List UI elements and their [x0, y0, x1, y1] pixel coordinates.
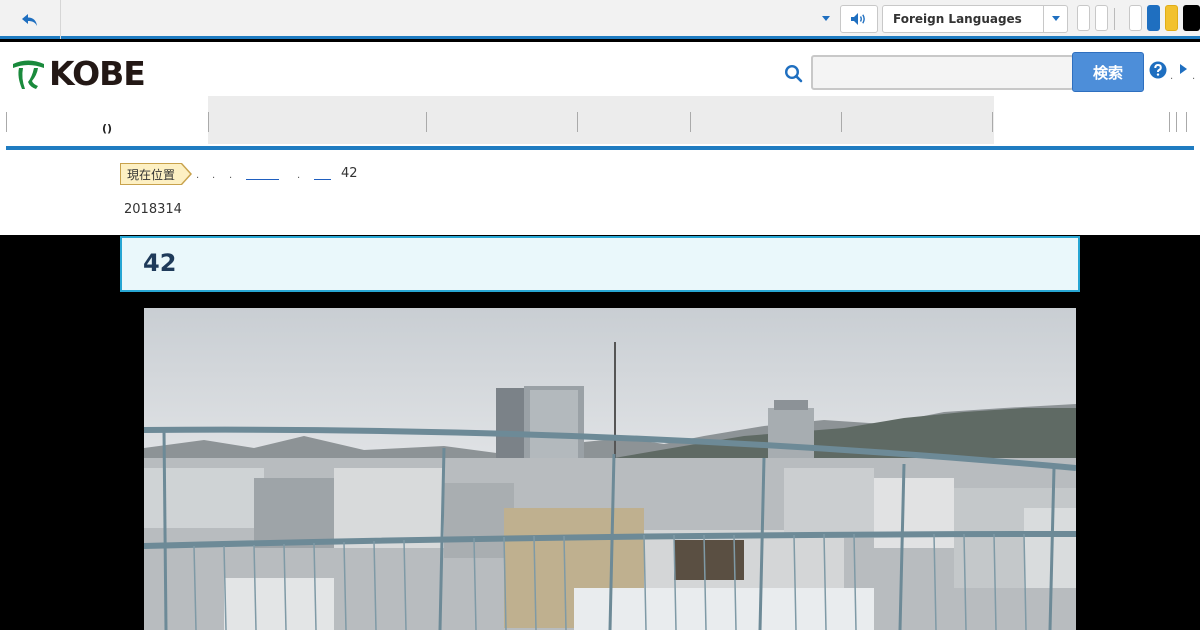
breadcrumb-separator: .	[297, 170, 301, 181]
separator-dot: ·	[1170, 74, 1174, 85]
nav-separator	[1186, 112, 1187, 132]
kobe-logo[interactable]: KOBE	[10, 54, 146, 93]
city-view-photo	[144, 308, 1076, 630]
color-black-button[interactable]	[1183, 5, 1200, 31]
update-date: 2018314	[124, 202, 182, 217]
search-button[interactable]: 検索	[1072, 52, 1144, 92]
site-header: KOBE 検索 · · () 現在位置 . . . . 42 2018314	[0, 42, 1200, 235]
color-blue-button[interactable]	[1147, 5, 1160, 31]
breadcrumb-separator: .	[196, 170, 200, 181]
breadcrumb-separator: .	[229, 170, 233, 181]
nav-underline	[6, 146, 1194, 150]
nav-separator	[841, 112, 842, 132]
font-size-large-button[interactable]	[1095, 5, 1108, 31]
nav-separator	[426, 112, 427, 132]
nav-item-active[interactable]: ()	[6, 112, 208, 144]
help-icon[interactable]	[1149, 61, 1167, 79]
search-input[interactable]	[811, 55, 1074, 90]
separator-dot: ·	[1192, 74, 1196, 85]
nav-separator	[1169, 112, 1170, 132]
chevron-down-icon	[1051, 16, 1060, 21]
color-yellow-button[interactable]	[1165, 5, 1178, 31]
language-select[interactable]: Foreign Languages	[882, 5, 1068, 33]
page-title-box: 42	[120, 236, 1080, 292]
kobe-city-emblem-icon	[13, 60, 44, 89]
divider	[1114, 8, 1115, 30]
nav-band	[208, 96, 994, 144]
chevron-down-icon[interactable]	[820, 13, 832, 23]
font-size-small-button[interactable]	[1077, 5, 1090, 31]
back-button[interactable]	[0, 0, 61, 39]
language-select-label: Foreign Languages	[893, 12, 1022, 26]
cityscape-image	[144, 308, 1076, 630]
nav-separator	[1176, 112, 1177, 132]
read-aloud-button[interactable]	[840, 5, 878, 33]
logo-text: KOBE	[49, 54, 146, 93]
nav-separator	[208, 112, 209, 132]
color-white-button[interactable]	[1129, 5, 1142, 31]
nav-separator	[577, 112, 578, 132]
nav-separator	[690, 112, 691, 132]
breadcrumb-label: 現在位置	[120, 163, 193, 185]
search-icon	[784, 64, 803, 83]
triangle-right-icon[interactable]	[1178, 63, 1188, 75]
speaker-icon	[851, 13, 865, 25]
back-arrow-icon	[22, 13, 37, 26]
utility-bar: Foreign Languages	[0, 0, 1200, 39]
breadcrumb-link[interactable]	[314, 168, 331, 180]
breadcrumb-link[interactable]	[246, 168, 279, 180]
page-title: 42	[143, 249, 177, 277]
breadcrumb-label-text: 現在位置	[127, 167, 176, 182]
breadcrumb-current: 42	[341, 166, 358, 181]
global-nav: ()	[6, 96, 1194, 150]
nav-separator	[992, 112, 993, 132]
language-dropdown-toggle[interactable]	[1043, 6, 1067, 32]
breadcrumb-separator: .	[212, 170, 216, 181]
